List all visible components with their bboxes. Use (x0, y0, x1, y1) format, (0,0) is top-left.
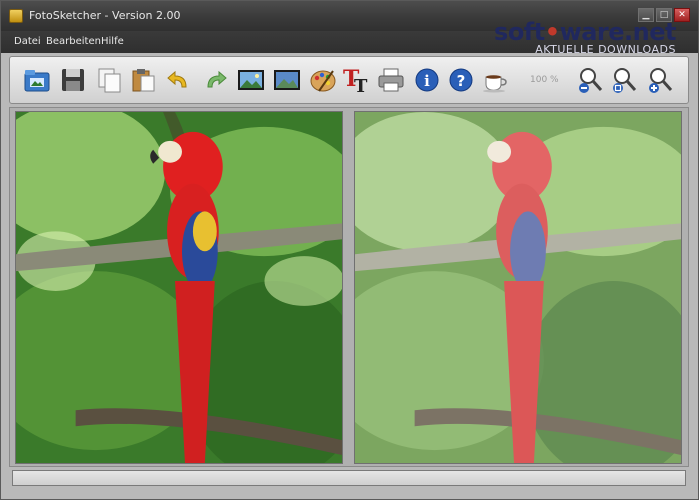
menu-edit[interactable]: Bearbeiten (46, 36, 101, 47)
menu-help[interactable]: Hilfe (101, 36, 124, 47)
watermark-brand: soft (494, 18, 545, 46)
zoom-out-icon[interactable] (576, 65, 606, 95)
window-title: FotoSketcher - Version 2.00 (29, 9, 181, 22)
toolbar: TT i ? 100 % (9, 56, 689, 104)
sketched-photo (355, 112, 681, 463)
zoom-in-icon[interactable] (646, 65, 676, 95)
text-icon[interactable]: TT (342, 65, 372, 95)
help-icon[interactable]: ? (446, 65, 476, 95)
app-window: FotoSketcher - Version 2.00 ▁ □ ✕ Datei … (0, 0, 699, 500)
original-image-icon[interactable] (236, 65, 266, 95)
svg-text:i: i (424, 72, 430, 90)
result-image-icon[interactable] (272, 65, 302, 95)
watermark-separator: • (544, 18, 560, 46)
zoom-fit-icon[interactable] (610, 65, 640, 95)
redo-icon[interactable] (200, 65, 230, 95)
paste-icon[interactable] (128, 65, 158, 95)
svg-text:?: ? (457, 72, 466, 90)
zoom-level: 100 % (530, 75, 559, 85)
info-icon[interactable]: i (412, 65, 442, 95)
copy-icon[interactable] (94, 65, 124, 95)
close-button[interactable]: ✕ (674, 8, 690, 22)
status-bar (12, 470, 686, 486)
menu-file[interactable]: Datei (14, 36, 41, 47)
coffee-icon[interactable] (480, 65, 510, 95)
undo-icon[interactable] (164, 65, 194, 95)
open-image-icon[interactable] (22, 65, 52, 95)
original-image-pane[interactable] (15, 111, 343, 464)
save-icon[interactable] (58, 65, 88, 95)
watermark-brand-tail: ware.net (559, 18, 677, 46)
svg-text:T: T (354, 76, 368, 94)
original-photo (16, 112, 342, 463)
watermark-logo: soft•ware.net AKTUELLE DOWNLOADS (494, 19, 676, 56)
app-icon (9, 9, 23, 23)
result-image-pane[interactable] (354, 111, 682, 464)
palette-icon[interactable] (308, 65, 338, 95)
print-icon[interactable] (376, 65, 406, 95)
image-workspace (9, 107, 689, 467)
